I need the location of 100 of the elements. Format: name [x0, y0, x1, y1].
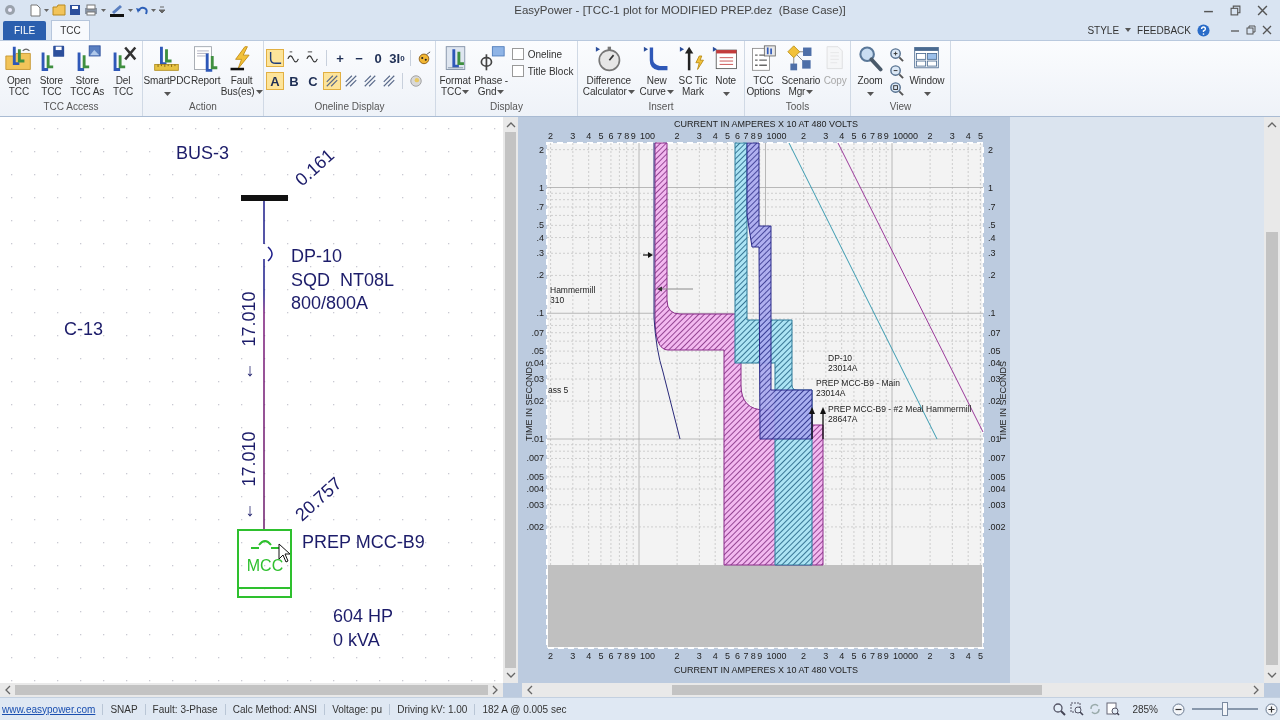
axis-tick-label: 100 [640, 651, 656, 661]
ribbon-button[interactable]: SmartPDC [143, 45, 191, 98]
curve-band[interactable] [746, 142, 813, 440]
axis-tick-label: .01 [988, 434, 1001, 444]
ribbon-tab[interactable]: TCC [51, 20, 90, 40]
toolbar-button[interactable]: − [350, 49, 368, 67]
tic-mark-arrow[interactable] [809, 407, 815, 440]
ribbon-button[interactable]: TCC Options [746, 45, 781, 97]
axis-tick-label: .3 [988, 248, 996, 259]
axis-tick-label: 2 [548, 651, 554, 661]
status-item: Voltage: pu [324, 703, 390, 715]
checkbox[interactable] [511, 65, 524, 77]
website-link[interactable]: www.easypower.com [0, 703, 103, 715]
ribbon-button[interactable]: Store TCC As [70, 45, 105, 97]
axis-tick-label: .07 [988, 327, 1001, 338]
toolbar-button[interactable] [380, 72, 398, 90]
curve-name-label: DP-10 [828, 353, 853, 363]
refresh-icon [1088, 702, 1103, 716]
axis-tick-label: 6 [861, 131, 867, 141]
axis-tick-label: .1 [536, 308, 544, 319]
hatch-icon [325, 74, 339, 88]
axis-tick-label: 9 [630, 131, 636, 141]
scrollbar-thumb[interactable] [1266, 232, 1278, 665]
ribbon-button[interactable]: SC Tic Mark [678, 45, 708, 97]
axis-tick-label: 2 [548, 131, 554, 141]
status-item: Driving kV: 1.00 [389, 703, 475, 715]
axis-tick-label: 5 [851, 131, 857, 141]
toolbar-button[interactable] [361, 72, 379, 90]
ribbon-button[interactable]: Del TCC [109, 45, 137, 97]
ribbon-button[interactable]: Open TCC [5, 45, 33, 97]
scrollbar-thumb[interactable] [672, 685, 1042, 695]
toolbar-button[interactable] [342, 72, 360, 90]
ribbon-button[interactable]: Scenario Mgr [781, 45, 821, 97]
axis-tick-label: 2 [927, 651, 933, 661]
toolbar-button[interactable] [323, 72, 341, 90]
axis-tick-label: 10000 [893, 131, 919, 141]
scrollbar-thumb[interactable] [15, 685, 488, 695]
curve-value-label: 28647A [828, 414, 858, 424]
group-label: View [888, 101, 913, 114]
zoom-area-icon [1070, 702, 1085, 716]
ribbon-button[interactable]: Difference Calculator [582, 45, 635, 97]
log-curve-icon [268, 51, 282, 65]
load-rating-label: 604 HP [333, 606, 394, 626]
axis-tick-label: 3 [823, 651, 829, 661]
customize-icon [159, 5, 165, 15]
axis-tick-label: 4 [586, 651, 592, 661]
style-menu[interactable]: STYLE [1087, 24, 1120, 36]
checkbox-label[interactable]: Oneline [527, 48, 563, 60]
ribbon-button[interactable]: Format TCC [439, 45, 471, 97]
status-item: 182 A @ 0.005 sec [474, 703, 574, 715]
toolbar-button[interactable]: 0 [369, 49, 387, 67]
axis-tick-label: .07 [531, 327, 544, 338]
axis-tick-label: .002 [526, 521, 544, 532]
caret-icon [151, 8, 156, 12]
zoom-page-icon [1106, 702, 1121, 716]
axis-tick-label: 6 [608, 651, 614, 661]
checkbox-label[interactable]: Title Block [527, 65, 574, 77]
toolbar-button[interactable]: C [304, 72, 322, 90]
vertical-scrollbar[interactable] [503, 117, 518, 683]
curve-value-label: 23014A [828, 363, 858, 373]
curve-line[interactable] [653, 142, 681, 440]
group-label: Tools [784, 101, 811, 114]
ribbon-button[interactable]: Note [712, 45, 740, 98]
toolbar-button[interactable]: A [266, 72, 284, 90]
feedback-link[interactable]: FEEDBACK [1137, 24, 1191, 36]
folder-icon [52, 4, 66, 16]
axis-tick-label: .007 [988, 453, 1006, 464]
hatch-icon [363, 74, 377, 88]
checkbox[interactable] [511, 48, 524, 60]
breaker-symbol[interactable] [267, 246, 273, 262]
ribbon-tab[interactable]: FILE [3, 21, 47, 40]
toolbar-button[interactable] [266, 49, 284, 67]
caret-icon [128, 8, 133, 12]
ribbon-button[interactable]: Window [909, 45, 945, 98]
caret-icon [44, 8, 49, 12]
ribbon-button[interactable]: Report [190, 45, 221, 87]
ribbon-button[interactable]: Phase - Gnd [474, 45, 509, 97]
ribbon-button[interactable]: Store TCC [37, 45, 65, 97]
axis-tick-label: 5 [598, 651, 604, 661]
vertical-scrollbar[interactable] [1264, 117, 1280, 683]
toolbar-button[interactable]: B [285, 72, 303, 90]
group-label: Display [489, 101, 524, 114]
axis-tick-label: .02 [531, 396, 544, 407]
axis-tick-label: .01 [531, 434, 544, 444]
horizontal-scrollbar[interactable] [0, 683, 503, 697]
ribbon-button[interactable]: Fault Bus(es) [220, 45, 263, 97]
curve-name-label: ass 5 [548, 385, 569, 395]
ribbon-button[interactable]: New Curve [639, 45, 674, 97]
ribbon-button[interactable]: Zoom [856, 45, 884, 98]
axis-tick-label: .2 [988, 270, 996, 281]
hatch-icon [382, 74, 396, 88]
axis-tick-label: 2 [539, 144, 544, 155]
tic-mark-arrow[interactable] [820, 407, 826, 440]
wave-icon [287, 51, 301, 65]
zoom-percent: 285% [1132, 703, 1158, 715]
zoom-slider-thumb[interactable] [1222, 702, 1228, 716]
scrollbar-thumb[interactable] [505, 132, 516, 668]
toolbar-button[interactable]: + [331, 49, 349, 67]
horizontal-scrollbar[interactable] [522, 683, 1264, 697]
folder-curves-icon [5, 45, 33, 72]
